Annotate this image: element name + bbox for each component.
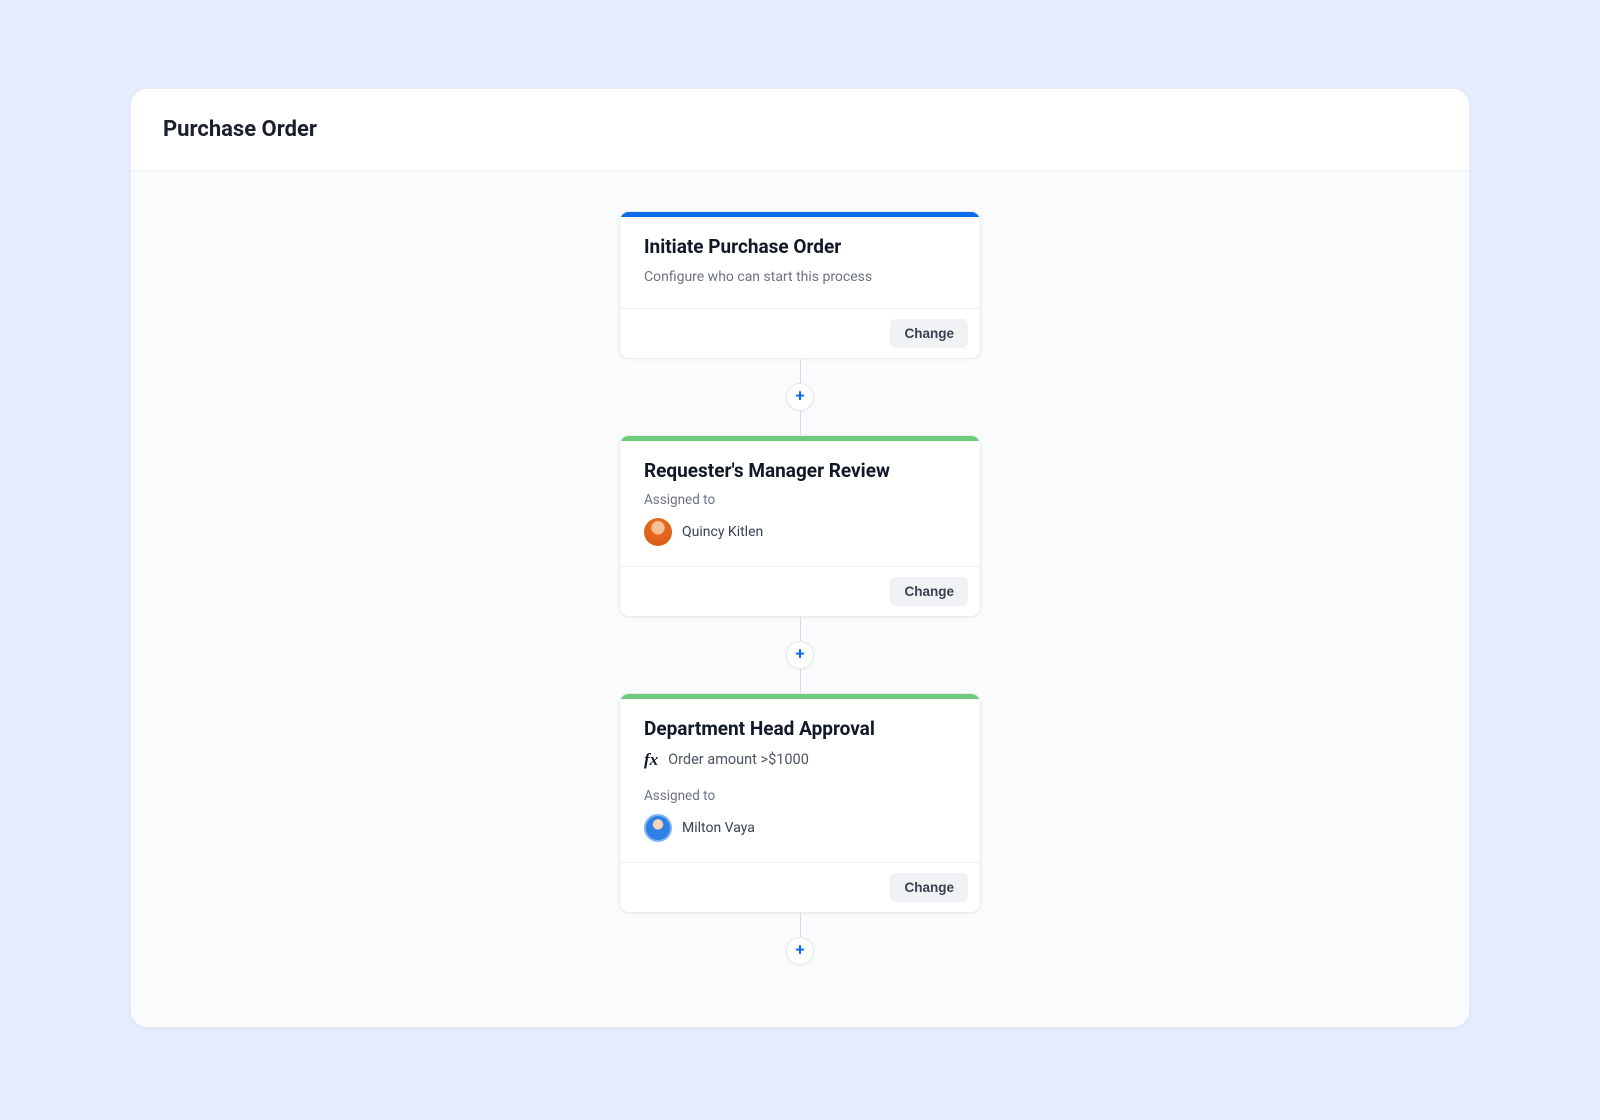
card-body: Requester's Manager Review Assigned to Q… (620, 441, 980, 566)
step-card-initiate[interactable]: Initiate Purchase Order Configure who ca… (619, 211, 981, 359)
card-footer: Change (620, 566, 980, 616)
assigned-to-label: Assigned to (644, 492, 956, 508)
add-step-button[interactable]: + (786, 937, 814, 965)
workflow-canvas[interactable]: Initiate Purchase Order Configure who ca… (131, 171, 1469, 1027)
step-card-dept-head-approval[interactable]: Department Head Approval fx Order amount… (619, 693, 981, 913)
assigned-to-label: Assigned to (644, 788, 956, 804)
workflow-flow: Initiate Purchase Order Configure who ca… (131, 171, 1469, 961)
avatar (644, 518, 672, 546)
connector: + (786, 359, 814, 435)
step-title: Requester's Manager Review (644, 459, 956, 482)
condition-text: Order amount >$1000 (668, 751, 809, 768)
page-title: Purchase Order (163, 117, 1437, 142)
plus-icon: + (795, 646, 804, 663)
change-button[interactable]: Change (890, 319, 968, 348)
change-button[interactable]: Change (890, 577, 968, 606)
plus-icon: + (795, 942, 804, 959)
connector-line (800, 665, 801, 693)
add-step-button[interactable]: + (786, 383, 814, 411)
card-footer: Change (620, 308, 980, 358)
assignee-name: Quincy Kitlen (682, 524, 763, 540)
add-step-button[interactable]: + (786, 641, 814, 669)
step-subtext: Configure who can start this process (644, 268, 956, 288)
connector: + (786, 913, 814, 961)
card-body: Department Head Approval fx Order amount… (620, 699, 980, 862)
app-frame: Purchase Order Initiate Purchase Order C… (130, 88, 1470, 1028)
connector-line (800, 407, 801, 435)
step-title: Department Head Approval (644, 717, 956, 740)
step-title: Initiate Purchase Order (644, 235, 956, 258)
step-card-manager-review[interactable]: Requester's Manager Review Assigned to Q… (619, 435, 981, 617)
assignee-name: Milton Vaya (682, 820, 755, 836)
fx-icon: fx (644, 750, 658, 770)
assignee-row: Milton Vaya (644, 814, 956, 842)
condition-row: fx Order amount >$1000 (644, 750, 956, 770)
plus-icon: + (795, 388, 804, 405)
avatar (644, 814, 672, 842)
assignee-row: Quincy Kitlen (644, 518, 956, 546)
card-body: Initiate Purchase Order Configure who ca… (620, 217, 980, 308)
connector: + (786, 617, 814, 693)
change-button[interactable]: Change (890, 873, 968, 902)
card-footer: Change (620, 862, 980, 912)
app-header: Purchase Order (131, 89, 1469, 171)
